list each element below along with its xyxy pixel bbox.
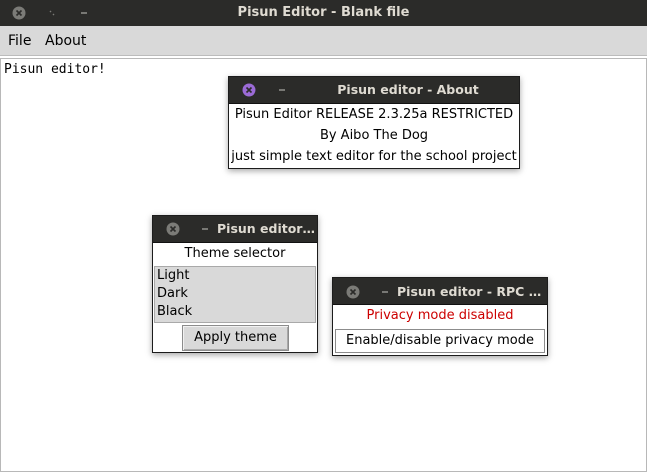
minimize-icon[interactable] <box>378 285 392 299</box>
theme-option-dark[interactable]: Dark <box>155 285 315 303</box>
close-icon[interactable] <box>166 222 180 236</box>
main-titlebar[interactable]: Pisun Editor - Blank file <box>0 0 647 26</box>
theme-option-light[interactable]: Light <box>155 267 315 285</box>
privacy-status: Privacy mode disabled <box>366 308 514 323</box>
close-icon[interactable] <box>242 83 256 97</box>
privacy-toggle-button[interactable]: Enable/disable privacy mode <box>335 329 545 353</box>
rpc-dialog-title: Pisun editor - RPC Pr... <box>397 284 543 299</box>
about-description: just simple text editor for the school p… <box>231 149 517 164</box>
theme-listbox[interactable]: Light Dark Black <box>154 266 316 323</box>
menu-file[interactable]: File <box>8 26 31 56</box>
about-dialog-titlebar[interactable]: Pisun editor - About <box>229 77 519 104</box>
theme-dialog-title: Pisun editor ... <box>217 221 317 236</box>
theme-dialog-titlebar[interactable]: Pisun editor ... <box>153 216 317 243</box>
about-author: By Aibo The Dog <box>319 128 429 143</box>
menubar: File About <box>0 26 647 56</box>
theme-dialog: Pisun editor ... Theme selector Light Da… <box>152 215 318 353</box>
apply-theme-button[interactable]: Apply theme <box>182 325 289 351</box>
rpc-dialog: Pisun editor - RPC Pr... Privacy mode di… <box>332 277 548 356</box>
about-dialog: Pisun editor - About Pisun Editor RELEAS… <box>228 76 520 169</box>
minimize-icon[interactable] <box>198 222 212 236</box>
theme-heading: Theme selector <box>184 246 286 261</box>
minimize-icon[interactable] <box>275 83 289 97</box>
rpc-dialog-titlebar[interactable]: Pisun editor - RPC Pr... <box>333 278 547 305</box>
theme-option-black[interactable]: Black <box>155 303 315 321</box>
about-version: Pisun Editor RELEASE 2.3.25a RESTRICTED <box>234 107 514 122</box>
menu-about[interactable]: About <box>45 26 86 56</box>
close-icon[interactable] <box>346 285 360 299</box>
window-title: Pisun Editor - Blank file <box>237 5 410 20</box>
about-dialog-title: Pisun editor - About <box>337 82 479 97</box>
